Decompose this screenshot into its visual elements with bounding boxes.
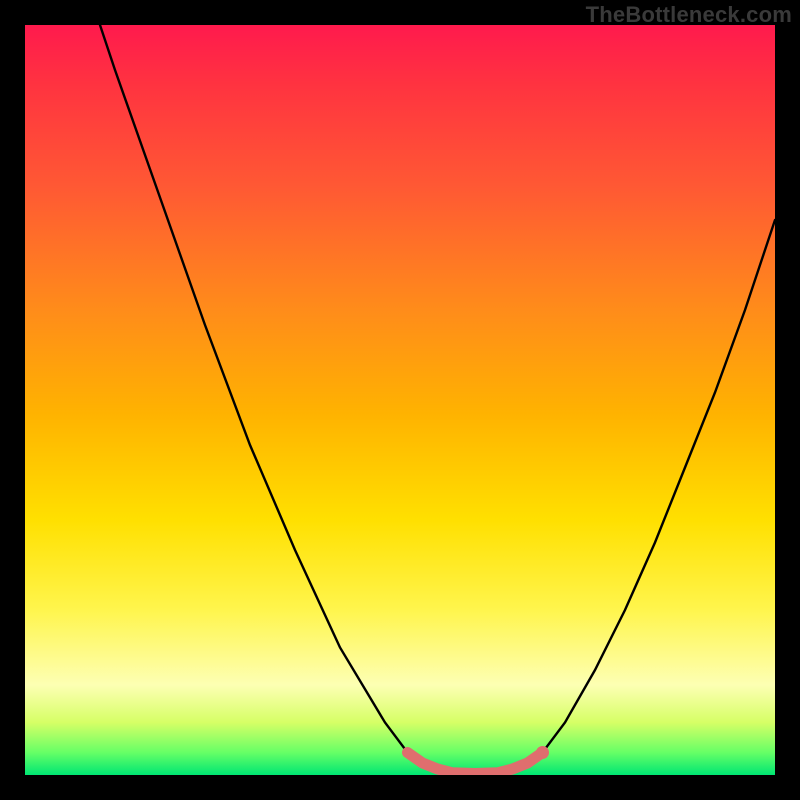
- watermark-label: TheBottleneck.com: [586, 2, 792, 28]
- flat-region-highlight: [408, 753, 543, 774]
- chart-overlay: [25, 25, 775, 775]
- highlight-end-dot: [536, 746, 549, 759]
- bottleneck-curve: [25, 25, 775, 775]
- chart-frame: TheBottleneck.com: [0, 0, 800, 800]
